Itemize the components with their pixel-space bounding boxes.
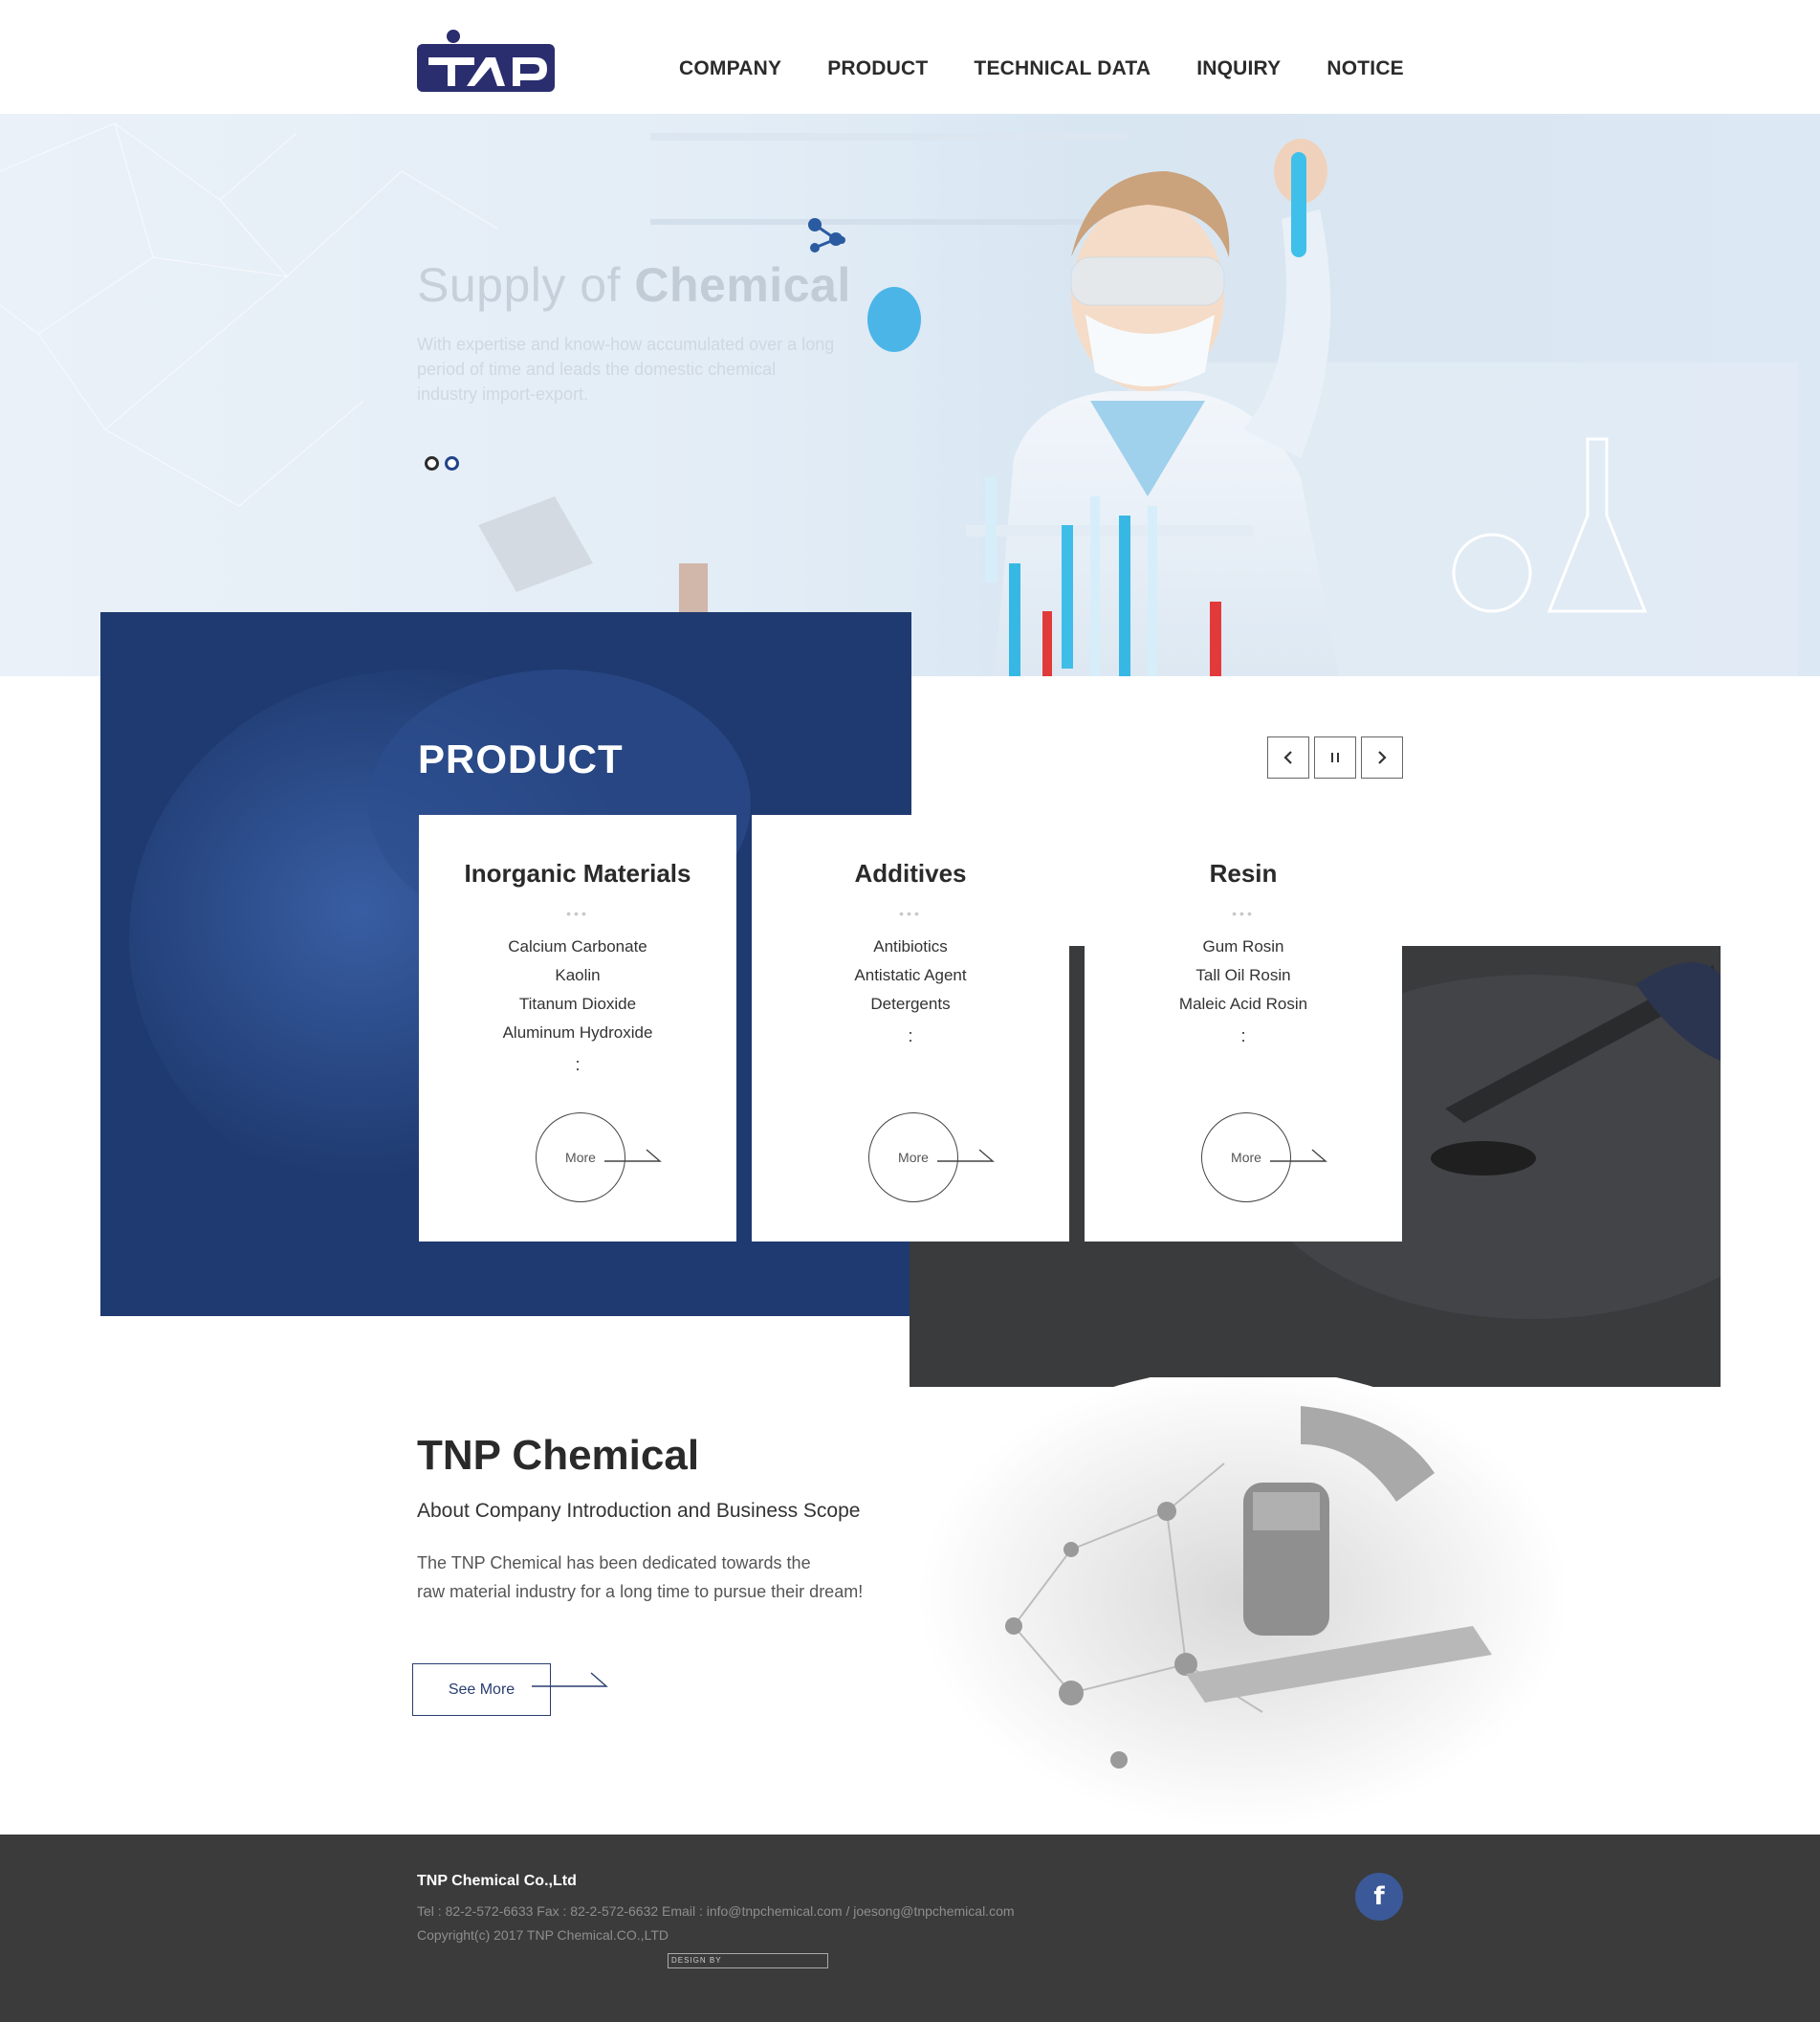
arrow-right-icon xyxy=(604,1149,662,1162)
card-item: Detergents xyxy=(870,995,951,1013)
site-header: COMPANY PRODUCT TECHNICAL DATA INQUIRY N… xyxy=(0,0,1820,114)
hero-title: Supply of Chemical xyxy=(417,257,851,313)
card-item: Maleic Acid Rosin xyxy=(1178,995,1308,1013)
pause-icon xyxy=(1331,753,1339,762)
hero-dot-1[interactable] xyxy=(425,456,439,471)
card-more-indicator: : xyxy=(908,1026,913,1045)
card-item: Aluminum Hydroxide xyxy=(502,1023,653,1042)
site-footer: TNP Chemical Co.,Ltd Tel : 82-2-572-6633… xyxy=(0,1835,1820,2022)
hero-banner: Supply of Chemical With expertise and kn… xyxy=(0,114,1820,676)
card-item-list: Antibiotics Antistatic Agent Detergents xyxy=(752,933,1069,1019)
design-by-badge[interactable]: DESIGN BY xyxy=(668,1953,828,1968)
nav-technical-data[interactable]: TECHNICAL DATA xyxy=(974,57,1151,80)
footer-company-name: TNP Chemical Co.,Ltd xyxy=(417,1873,577,1889)
card-title: Resin xyxy=(1209,859,1278,888)
card-title: Additives xyxy=(854,859,967,888)
card-item: Antibiotics xyxy=(873,937,948,956)
facebook-icon[interactable]: f xyxy=(1355,1873,1403,1921)
microscope-illustration xyxy=(918,1377,1568,1827)
product-card-inorganic: Inorganic Materials ••• Calcium Carbonat… xyxy=(419,815,736,1242)
hero-subtitle: With expertise and know-how accumulated … xyxy=(417,335,835,404)
card-separator: ••• xyxy=(566,906,589,921)
hero-pagination xyxy=(425,456,459,471)
about-description: The TNP Chemical has been dedicated towa… xyxy=(417,1549,914,1606)
card-title: Inorganic Materials xyxy=(464,859,691,888)
nav-inquiry[interactable]: INQUIRY xyxy=(1196,57,1281,80)
arrow-right-icon xyxy=(532,1672,608,1687)
about-text-line: raw material industry for a long time to… xyxy=(417,1582,864,1601)
card-more-indicator: : xyxy=(575,1055,581,1074)
card-item: Antistatic Agent xyxy=(854,966,967,984)
card-more-indicator: : xyxy=(1240,1026,1246,1045)
card-item: Tall Oil Rosin xyxy=(1195,966,1291,984)
product-card-additives: Additives ••• Antibiotics Antistatic Age… xyxy=(752,815,1069,1242)
see-more-button[interactable]: See More xyxy=(412,1663,551,1716)
nav-company[interactable]: COMPANY xyxy=(679,57,781,80)
about-subtitle: About Company Introduction and Business … xyxy=(417,1500,861,1522)
card-item-list: Calcium Carbonate Kaolin Titanum Dioxide… xyxy=(419,933,736,1047)
tnp-logo[interactable] xyxy=(417,29,555,92)
arrow-right-icon xyxy=(1270,1149,1327,1162)
card-item: Calcium Carbonate xyxy=(508,937,647,956)
about-title: TNP Chemical xyxy=(417,1432,700,1479)
product-card-resin: Resin ••• Gum Rosin Tall Oil Rosin Malei… xyxy=(1085,815,1402,1242)
footer-copyright: Copyright(c) 2017 TNP Chemical.CO.,LTD xyxy=(417,1927,669,1943)
chevron-left-icon xyxy=(1283,751,1292,764)
card-separator: ••• xyxy=(899,906,922,921)
chevron-right-icon xyxy=(1378,751,1387,764)
card-item-list: Gum Rosin Tall Oil Rosin Maleic Acid Ros… xyxy=(1085,933,1402,1019)
arrow-right-icon xyxy=(937,1149,995,1162)
nav-product[interactable]: PRODUCT xyxy=(827,57,928,80)
slider-next-button[interactable] xyxy=(1361,736,1403,779)
slider-pause-button[interactable] xyxy=(1314,736,1356,779)
main-nav: COMPANY PRODUCT TECHNICAL DATA INQUIRY N… xyxy=(679,57,1450,80)
hero-title-bold: Chemical xyxy=(634,258,851,312)
hero-dot-2[interactable] xyxy=(445,456,459,471)
about-text-line: The TNP Chemical has been dedicated towa… xyxy=(417,1553,811,1572)
hero-title-light: Supply of xyxy=(417,258,621,312)
card-item: Titanum Dioxide xyxy=(518,995,637,1013)
card-separator: ••• xyxy=(1232,906,1255,921)
card-item: Gum Rosin xyxy=(1202,937,1284,956)
slider-prev-button[interactable] xyxy=(1267,736,1309,779)
product-section-title: PRODUCT xyxy=(418,736,624,781)
footer-contact: Tel : 82-2-572-6633 Fax : 82-2-572-6632 … xyxy=(417,1903,1015,1919)
card-item: Kaolin xyxy=(555,966,601,984)
nav-notice[interactable]: NOTICE xyxy=(1327,57,1404,80)
